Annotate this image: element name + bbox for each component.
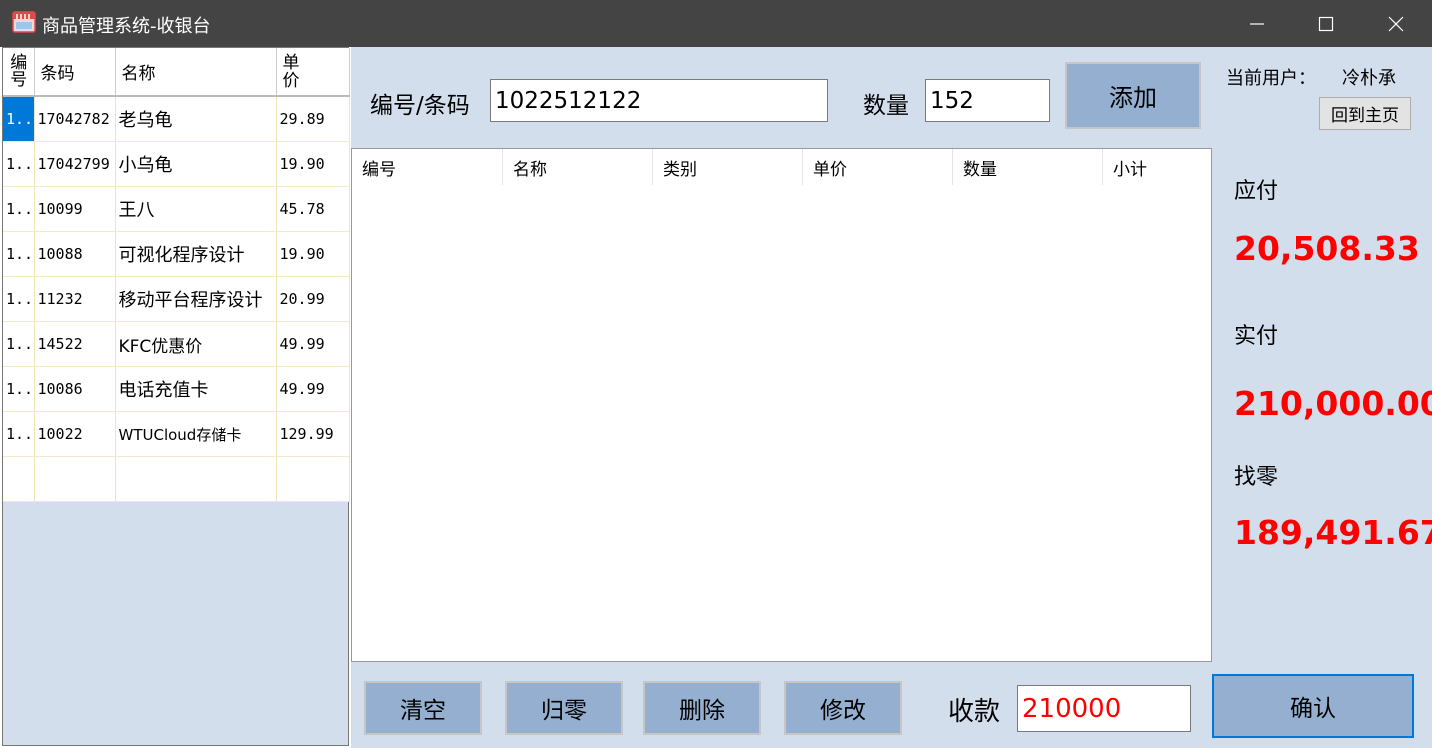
table-row-new[interactable] <box>3 456 350 502</box>
row-barcode[interactable]: 17042782 <box>34 96 116 142</box>
row-name[interactable]: 老乌龟 <box>115 96 277 142</box>
row-id[interactable]: 1.. <box>3 96 35 142</box>
entry-panel: 编号/条码 数量 添加 <box>351 47 1212 148</box>
grid-header-id[interactable]: 编号 <box>3 48 35 97</box>
row-id[interactable]: 1.. <box>3 231 35 277</box>
table-row[interactable]: 1.. 11232 移动平台程序设计 20.99 <box>3 276 350 322</box>
row-new-name[interactable] <box>115 456 277 502</box>
summary-panel: 当前用户： 冷朴承 回到主页 应付 20,508.33 实付 210,000.0… <box>1212 47 1432 748</box>
edit-button[interactable]: 修改 <box>784 681 902 735</box>
row-barcode[interactable]: 11232 <box>34 276 116 322</box>
register-icon <box>12 11 36 33</box>
cart-header-id[interactable]: 编号 <box>352 149 503 185</box>
table-row[interactable]: 1.. 10022 WTUCloud存储卡 129.99 <box>3 411 350 457</box>
paid-label: 实付 <box>1234 324 1279 349</box>
row-new-id[interactable] <box>3 456 35 502</box>
user-label: 当前用户： <box>1226 68 1316 89</box>
row-price[interactable]: 129.99 <box>276 411 350 457</box>
close-icon <box>1388 16 1404 31</box>
table-row[interactable]: 1.. 17042782 老乌龟 29.89 <box>3 96 350 142</box>
row-id[interactable]: 1.. <box>3 186 35 232</box>
row-name[interactable]: 小乌龟 <box>115 141 277 187</box>
row-id[interactable]: 1.. <box>3 321 35 367</box>
grid-header-barcode[interactable]: 条码 <box>34 48 116 97</box>
cart-header-subtotal[interactable]: 小计 <box>1103 149 1211 185</box>
row-new-barcode[interactable] <box>34 456 116 502</box>
maximize-icon <box>1318 16 1334 31</box>
row-id[interactable]: 1.. <box>3 411 35 457</box>
change-value: 189,491.67 <box>1234 513 1432 552</box>
grid-header-id-label: 编号 <box>10 52 28 90</box>
row-barcode[interactable]: 10022 <box>34 411 116 457</box>
row-price[interactable]: 19.90 <box>276 231 350 277</box>
grid-header-name[interactable]: 名称 <box>115 48 277 97</box>
product-grid[interactable]: 编号 条码 名称 单价 1.. 17042782 老乌龟 29.89 1.. 1… <box>3 48 350 502</box>
cart-list[interactable]: 编号 名称 类别 单价 数量 小计 <box>351 148 1212 662</box>
row-price[interactable]: 45.78 <box>276 186 350 232</box>
row-name[interactable]: KFC优惠价 <box>115 321 277 367</box>
grid-header-price[interactable]: 单价 <box>276 48 350 97</box>
row-price[interactable]: 19.90 <box>276 141 350 187</box>
row-price[interactable]: 49.99 <box>276 366 350 412</box>
due-label: 应付 <box>1234 179 1279 204</box>
row-barcode[interactable]: 10086 <box>34 366 116 412</box>
code-label: 编号/条码 <box>370 93 470 119</box>
row-price[interactable]: 20.99 <box>276 276 350 322</box>
row-name[interactable]: WTUCloud存储卡 <box>115 411 277 457</box>
delete-button[interactable]: 删除 <box>643 681 761 735</box>
cart-header-qty[interactable]: 数量 <box>953 149 1103 185</box>
product-grid-panel: 编号 条码 名称 单价 1.. 17042782 老乌龟 29.89 1.. 1… <box>2 47 350 746</box>
row-barcode[interactable]: 17042799 <box>34 141 116 187</box>
confirm-button[interactable]: 确认 <box>1212 674 1414 738</box>
code-input[interactable] <box>490 79 828 122</box>
table-row[interactable]: 1.. 10086 电话充值卡 49.99 <box>3 366 350 412</box>
row-name[interactable]: 移动平台程序设计 <box>115 276 277 322</box>
row-price[interactable]: 29.89 <box>276 96 350 142</box>
product-grid-header: 编号 条码 名称 单价 <box>3 48 350 97</box>
window-title: 商品管理系统-收银台 <box>42 16 211 37</box>
cart-header-price[interactable]: 单价 <box>803 149 953 185</box>
row-name[interactable]: 可视化程序设计 <box>115 231 277 277</box>
add-button[interactable]: 添加 <box>1065 62 1201 129</box>
user-name: 冷朴承 <box>1342 68 1396 89</box>
cart-header-category[interactable]: 类别 <box>653 149 803 185</box>
due-value: 20,508.33 <box>1234 229 1420 268</box>
payment-label: 收款 <box>948 697 1001 727</box>
table-row[interactable]: 1.. 10099 王八 45.78 <box>3 186 350 232</box>
title-bar: 商品管理系统-收银台 <box>0 0 1432 47</box>
change-label: 找零 <box>1234 465 1279 490</box>
qty-label: 数量 <box>863 93 909 119</box>
row-barcode[interactable]: 10088 <box>34 231 116 277</box>
clear-button[interactable]: 清空 <box>364 681 482 735</box>
cart-header-name[interactable]: 名称 <box>503 149 653 185</box>
row-id[interactable]: 1.. <box>3 141 35 187</box>
minimize-button[interactable] <box>1222 0 1292 47</box>
row-price[interactable]: 49.99 <box>276 321 350 367</box>
table-row[interactable]: 1.. 10088 可视化程序设计 19.90 <box>3 231 350 277</box>
row-name[interactable]: 电话充值卡 <box>115 366 277 412</box>
close-button[interactable] <box>1361 0 1431 47</box>
row-barcode[interactable]: 10099 <box>34 186 116 232</box>
payment-input[interactable] <box>1017 685 1191 732</box>
row-id[interactable]: 1.. <box>3 366 35 412</box>
qty-input[interactable] <box>925 79 1050 122</box>
minimize-icon <box>1250 22 1264 25</box>
table-row[interactable]: 1.. 17042799 小乌龟 19.90 <box>3 141 350 187</box>
paid-value: 210,000.00 <box>1234 384 1432 423</box>
reset-button[interactable]: 归零 <box>505 681 623 735</box>
row-name[interactable]: 王八 <box>115 186 277 232</box>
row-new-price[interactable] <box>276 456 350 502</box>
row-barcode[interactable]: 14522 <box>34 321 116 367</box>
table-row[interactable]: 1.. 14522 KFC优惠价 49.99 <box>3 321 350 367</box>
row-id[interactable]: 1.. <box>3 276 35 322</box>
action-bar: 清空 归零 删除 修改 收款 <box>351 662 1212 748</box>
home-button[interactable]: 回到主页 <box>1319 97 1411 130</box>
maximize-button[interactable] <box>1291 0 1361 47</box>
grid-header-price-label: 单价 <box>282 52 300 91</box>
